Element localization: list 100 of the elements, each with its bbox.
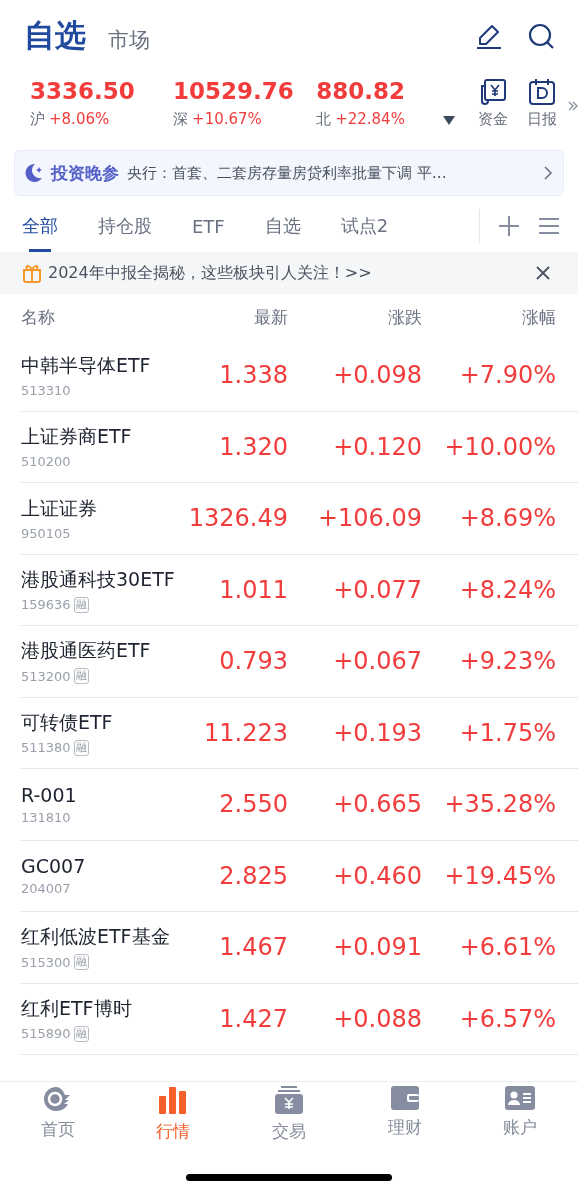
latest-price: 11.223 — [204, 718, 288, 747]
price-change: +0.091 — [333, 933, 422, 962]
change-percent: +19.45% — [444, 861, 556, 890]
chevron-right-icon — [544, 166, 553, 180]
latest-price: 1.320 — [219, 432, 288, 461]
security-name: 中韩半导体ETF — [21, 352, 152, 378]
shortcut-button[interactable]: 资金 — [469, 78, 517, 129]
quote-row[interactable]: 上证证券 950105 1326.49 +106.09 +8.69% — [21, 483, 578, 555]
security-code: 950105 — [21, 525, 71, 541]
index-name: 沪 — [30, 110, 45, 129]
column-header: 涨跌 — [388, 305, 422, 329]
latest-price: 1.427 — [219, 1004, 288, 1033]
group-tab[interactable]: 全部 — [22, 200, 58, 252]
gift-icon — [22, 263, 42, 283]
change-percent: +6.61% — [459, 933, 556, 962]
price-change: +0.098 — [333, 361, 422, 390]
group-tab[interactable]: ETF — [192, 200, 225, 252]
column-header: 最新 — [254, 305, 288, 329]
security-code: 159636 — [21, 597, 71, 613]
news-banner[interactable]: 投资晚参 央行：首套、二套房存量房贷利率批量下调 平… — [14, 150, 564, 196]
bar-chart-icon — [158, 1086, 189, 1114]
price-change: +0.067 — [333, 647, 422, 676]
margin-badge: 融 — [73, 739, 89, 756]
price-change: +0.077 — [333, 575, 422, 604]
nav-item[interactable]: 首页 — [0, 1086, 116, 1143]
security-name: 上证券商ETF — [21, 424, 133, 450]
change-percent: +8.24% — [459, 575, 556, 604]
security-code: 131810 — [21, 809, 71, 825]
security-name: 上证证券 — [21, 495, 98, 521]
index-name: 北 — [316, 110, 332, 129]
planet-icon — [42, 1086, 73, 1112]
change-percent: +35.28% — [444, 790, 556, 819]
quote-row[interactable]: 红利低波ETF基金 515300 融 1.467 +0.091 +6.61% — [21, 912, 578, 984]
security-name: 港股通科技30ETF — [21, 566, 176, 592]
price-change: +0.460 — [333, 861, 422, 890]
quote-row[interactable]: R-001 131810 2.550 +0.665 +35.28% — [21, 769, 578, 841]
change-percent: +8.69% — [459, 504, 556, 533]
latest-price: 1.338 — [219, 361, 288, 390]
header-tab[interactable]: 自选 — [24, 15, 86, 57]
security-name: GC007 — [21, 855, 87, 878]
security-code: 510200 — [21, 454, 71, 470]
nav-item[interactable]: 交易 — [231, 1086, 347, 1143]
index-value: 10529.76 — [173, 78, 295, 104]
index-value: 880.82 — [316, 78, 406, 104]
nav-item[interactable]: 理财 — [346, 1086, 463, 1143]
change-percent: +9.23% — [459, 647, 556, 676]
dropdown-icon[interactable] — [443, 116, 456, 125]
news-brand: 投资晚参 — [51, 161, 119, 185]
latest-price: 1.467 — [219, 933, 288, 962]
price-change: +0.665 — [333, 790, 422, 819]
column-header: 名称 — [21, 305, 55, 329]
security-code: 515890 — [21, 1026, 71, 1042]
group-tab[interactable]: 自选 — [264, 200, 301, 252]
security-name: 红利低波ETF基金 — [21, 924, 171, 950]
change-percent: +10.00% — [444, 432, 556, 461]
index-name: 深 — [173, 110, 189, 129]
quote-row[interactable]: 港股通科技30ETF 159636 融 1.011 +0.077 +8.24% — [21, 554, 578, 626]
change-percent: +1.75% — [459, 718, 556, 747]
shortcut-button[interactable]: 日报 — [518, 78, 566, 129]
security-name: R-001 — [21, 783, 78, 806]
price-change: +0.120 — [333, 432, 422, 461]
index-change: +22.84% — [335, 110, 405, 129]
column-header: 涨幅 — [522, 305, 556, 329]
nav-item[interactable]: 账户 — [462, 1086, 578, 1143]
margin-badge: 融 — [73, 596, 89, 613]
security-code: 515300 — [21, 954, 71, 970]
wallet-icon — [390, 1086, 419, 1110]
security-name: 港股通医药ETF — [21, 638, 152, 664]
margin-badge: 融 — [73, 668, 89, 685]
margin-badge: 融 — [73, 1025, 89, 1042]
quote-row[interactable]: 红利ETF博时 515890 融 1.427 +0.088 +6.57% — [21, 983, 578, 1055]
latest-price: 0.793 — [219, 647, 288, 676]
price-change: +106.09 — [317, 504, 422, 533]
group-tab[interactable]: 试点2 — [340, 200, 389, 252]
security-code: 513310 — [21, 382, 71, 398]
change-percent: +6.57% — [459, 1004, 556, 1033]
latest-price: 2.550 — [219, 790, 288, 819]
money-note-icon — [478, 78, 507, 106]
price-change: +0.088 — [333, 1004, 422, 1033]
news-headline: 央行：首套、二套房存量房贷利率批量下调 平… — [127, 163, 448, 183]
group-tab[interactable]: 持仓股 — [98, 200, 152, 252]
search-icon[interactable] — [526, 21, 556, 51]
index-change: +10.67% — [192, 110, 262, 129]
quote-row[interactable]: 可转债ETF 511380 融 11.223 +0.193 +1.75% — [21, 697, 578, 769]
calendar-icon — [528, 78, 557, 106]
latest-price: 2.825 — [219, 861, 288, 890]
header-tab[interactable]: 市场 — [108, 18, 150, 54]
security-code: 204007 — [21, 881, 71, 897]
quote-row[interactable]: 上证券商ETF 510200 1.320 +0.120 +10.00% — [21, 411, 578, 483]
index-value: 3336.50 — [30, 78, 136, 104]
price-change: +0.193 — [333, 718, 422, 747]
latest-price: 1326.49 — [188, 504, 288, 533]
latest-price: 1.011 — [219, 575, 288, 604]
id-card-icon — [505, 1086, 536, 1110]
security-code: 513200 — [21, 668, 71, 684]
change-percent: +7.90% — [459, 361, 556, 390]
moon-icon — [25, 163, 43, 183]
quote-row[interactable]: GC007 204007 2.825 +0.460 +19.45% — [21, 840, 578, 912]
quote-row[interactable]: 中韩半导体ETF 513310 1.338 +0.098 +7.90% — [21, 340, 578, 412]
quote-row[interactable]: 港股通医药ETF 513200 融 0.793 +0.067 +9.23% — [21, 626, 578, 698]
